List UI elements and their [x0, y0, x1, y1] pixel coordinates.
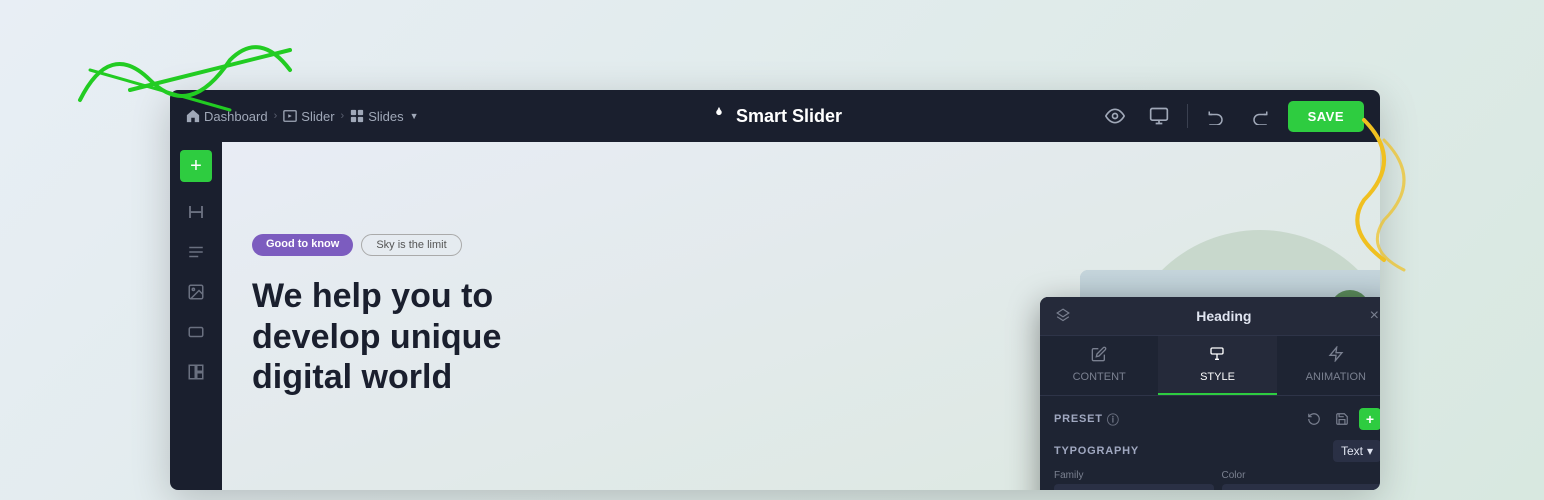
panel-title: Heading	[1078, 308, 1370, 324]
style-tab-label: STYLE	[1200, 371, 1235, 383]
color-input[interactable]	[1222, 484, 1381, 490]
preview-button[interactable]	[1099, 100, 1131, 132]
paint-roller-icon	[1209, 346, 1225, 362]
color-field: Color	[1222, 470, 1381, 490]
panel-tabs: CONTENT STYLE	[1040, 336, 1380, 396]
sidebar-layout-tool[interactable]	[178, 354, 214, 390]
green-scribble-decoration	[30, 20, 310, 145]
breadcrumb-sep-2: ›	[341, 110, 345, 122]
save-preset-button[interactable]	[1331, 408, 1353, 430]
sidebar-text-tool[interactable]	[178, 234, 214, 270]
brand-logo: Smart Slider	[708, 105, 842, 127]
reset-preset-button[interactable]	[1303, 408, 1325, 430]
sidebar-shape-tool[interactable]	[178, 314, 214, 350]
nav-divider	[1187, 104, 1188, 128]
lightning-icon	[1328, 346, 1344, 362]
redo-button[interactable]	[1244, 100, 1276, 132]
info-icon: ⓘ	[1107, 411, 1120, 428]
sidebar-image-tool[interactable]	[178, 274, 214, 310]
family-color-row: Family Color	[1054, 470, 1380, 490]
animation-tab-label: ANIMATION	[1306, 371, 1366, 383]
undo-icon	[1207, 107, 1225, 125]
tab-animation[interactable]: ANIMATION	[1277, 336, 1380, 395]
layers-icon	[1056, 308, 1070, 322]
tab-style[interactable]: STYLE	[1158, 336, 1276, 395]
family-field: Family	[1054, 470, 1214, 490]
yellow-scribble-decoration	[1324, 100, 1444, 285]
brand-icon	[708, 105, 730, 127]
slides-icon	[350, 109, 364, 123]
top-nav: Dashboard › Slider › Slides ▼	[170, 90, 1380, 142]
save-icon	[1335, 412, 1349, 426]
sidebar-heading-tool[interactable]	[178, 194, 214, 230]
typography-dropdown[interactable]: Text ▾	[1333, 440, 1380, 462]
refresh-icon	[1307, 412, 1321, 426]
slide-left-panel: Good to know Sky is the limit We help yo…	[222, 142, 1040, 490]
panel-body: PRESET ⓘ	[1040, 396, 1380, 490]
left-sidebar: +	[170, 142, 222, 490]
panel-close-button[interactable]: ×	[1370, 307, 1379, 325]
text-lines-icon	[187, 243, 205, 261]
add-preset-button[interactable]: +	[1359, 408, 1380, 430]
color-label: Color	[1222, 470, 1381, 481]
device-preview-button[interactable]	[1143, 100, 1175, 132]
preset-actions: +	[1303, 408, 1380, 430]
add-element-button[interactable]: +	[180, 150, 212, 182]
breadcrumb-slides[interactable]: Slides ▼	[350, 109, 418, 124]
family-input[interactable]	[1054, 484, 1214, 490]
slide-heading: We help you to develop unique digital wo…	[252, 276, 652, 398]
typography-row: TYPOGRAPHY Text ▾	[1054, 440, 1380, 462]
family-label: Family	[1054, 470, 1214, 481]
preset-row: PRESET ⓘ	[1054, 408, 1380, 430]
redo-icon	[1251, 107, 1269, 125]
heading-editor-panel: Heading × CONTENT	[1040, 297, 1380, 490]
chevron-down-icon: ▾	[1367, 444, 1373, 458]
panel-header: Heading ×	[1040, 297, 1380, 336]
app-window: Dashboard › Slider › Slides ▼	[170, 90, 1380, 490]
tag-row: Good to know Sky is the limit	[252, 234, 1010, 256]
eye-icon	[1105, 106, 1125, 126]
animation-tab-icon	[1328, 346, 1344, 367]
main-content: +	[170, 142, 1380, 490]
image-icon	[187, 283, 205, 301]
tag-sky-limit: Sky is the limit	[361, 234, 461, 256]
tag-good-to-know: Good to know	[252, 234, 353, 256]
content-tab-icon	[1091, 346, 1107, 367]
edit-icon	[1091, 346, 1107, 362]
style-tab-icon	[1209, 346, 1225, 367]
undo-button[interactable]	[1200, 100, 1232, 132]
typography-label: TYPOGRAPHY	[1054, 445, 1139, 457]
grid-icon	[187, 363, 205, 381]
content-tab-label: CONTENT	[1073, 371, 1126, 383]
preset-label: PRESET ⓘ	[1054, 411, 1120, 428]
tab-content[interactable]: CONTENT	[1040, 336, 1158, 395]
panel-header-icon	[1056, 308, 1070, 325]
slides-dropdown-icon: ▼	[410, 111, 419, 121]
heading-icon	[187, 203, 205, 221]
slide-canvas[interactable]: Good to know Sky is the limit We help yo…	[222, 142, 1380, 490]
monitor-icon	[1149, 106, 1169, 126]
rectangle-icon	[187, 323, 205, 341]
